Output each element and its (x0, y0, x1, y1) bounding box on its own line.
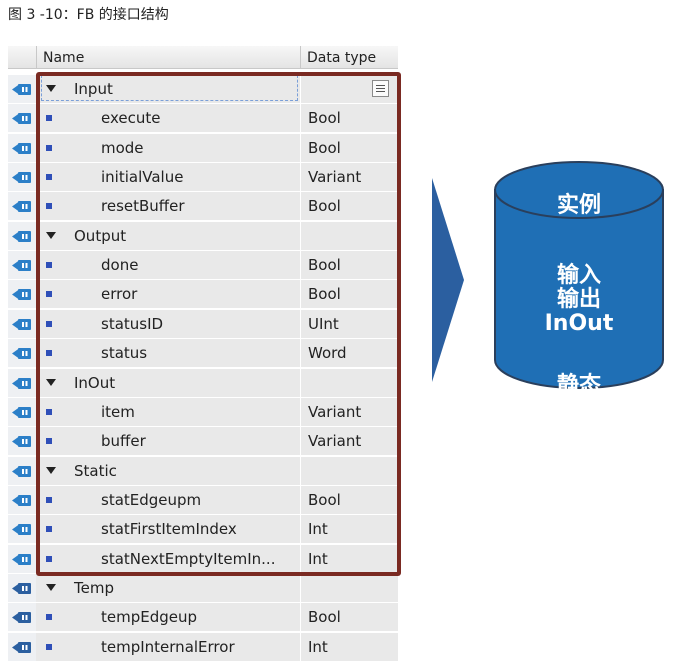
interface-icon (12, 377, 31, 389)
row-header[interactable] (8, 163, 36, 192)
interface-icon (12, 553, 31, 565)
member-bullet-icon (46, 614, 52, 621)
row-header[interactable] (8, 515, 36, 544)
cylinder-line-output: 输出 (557, 286, 601, 312)
header-datatype[interactable]: Data type (307, 50, 376, 66)
row-header[interactable] (8, 309, 36, 338)
interface-icon (12, 494, 31, 506)
arrow-shape (432, 178, 464, 382)
datatype-cell[interactable] (301, 573, 398, 603)
header-name[interactable]: Name (43, 50, 84, 66)
row-header[interactable] (8, 133, 36, 162)
interface-icon (12, 318, 31, 330)
interface-icon (12, 260, 31, 272)
interface-icon (12, 289, 31, 301)
row-datatype: Int (308, 637, 328, 656)
cylinder-line-input: 输入 (557, 262, 601, 288)
section-row[interactable]: Temp (8, 573, 398, 603)
row-name: Temp (74, 578, 114, 597)
row-header[interactable] (8, 75, 36, 103)
interface-icon (12, 201, 31, 213)
table-row[interactable]: tempEdgeup Bool (8, 603, 398, 633)
interface-icon (12, 465, 31, 477)
interface-icon (12, 230, 31, 242)
row-header[interactable] (8, 456, 36, 485)
header-separator[interactable] (300, 46, 301, 68)
row-header[interactable] (8, 397, 36, 426)
interface-icon (12, 172, 31, 184)
interface-icon (12, 436, 31, 448)
interface-icon (12, 84, 31, 95)
interface-icon (12, 142, 31, 154)
interface-icon (12, 612, 31, 624)
interface-icon (12, 348, 31, 360)
row-datatype: Bool (308, 608, 341, 627)
row-header[interactable] (8, 104, 36, 133)
row-header[interactable] (8, 368, 36, 397)
row-header[interactable] (8, 603, 36, 632)
row-header[interactable] (8, 427, 36, 456)
interface-icon (12, 524, 31, 536)
cylinder-bottom-label: 静态 (557, 372, 601, 398)
highlight-frame (36, 72, 401, 576)
interface-icon (12, 406, 31, 418)
member-bullet-icon (46, 643, 52, 650)
row-header[interactable] (8, 251, 36, 280)
figure-caption: 图 3 -10：FB 的接口结构 (8, 7, 169, 23)
row-header[interactable] (8, 339, 36, 368)
row-header[interactable] (8, 632, 36, 661)
instance-cylinder: 实例 输入 输出 InOut 静态 (494, 161, 664, 398)
cylinder-line-inout: InOut (545, 311, 614, 336)
row-header[interactable] (8, 544, 36, 573)
collapse-triangle-icon[interactable] (46, 583, 56, 591)
cylinder-top-label: 实例 (557, 192, 601, 218)
header-corner (8, 46, 37, 68)
instance-diagram: 实例 输入 输出 InOut 静态 (432, 161, 664, 398)
table-header: Name Data type (8, 46, 398, 69)
row-header[interactable] (8, 485, 36, 514)
row-header[interactable] (8, 192, 36, 221)
row-header[interactable] (8, 280, 36, 309)
table-row[interactable]: tempInternalError Int (8, 632, 398, 662)
row-name: tempEdgeup (101, 608, 198, 627)
row-name: tempInternalError (101, 637, 235, 656)
row-header[interactable] (8, 221, 36, 250)
row-header[interactable] (8, 573, 36, 602)
interface-icon (12, 113, 31, 125)
interface-icon (12, 582, 31, 594)
interface-icon (12, 641, 31, 653)
